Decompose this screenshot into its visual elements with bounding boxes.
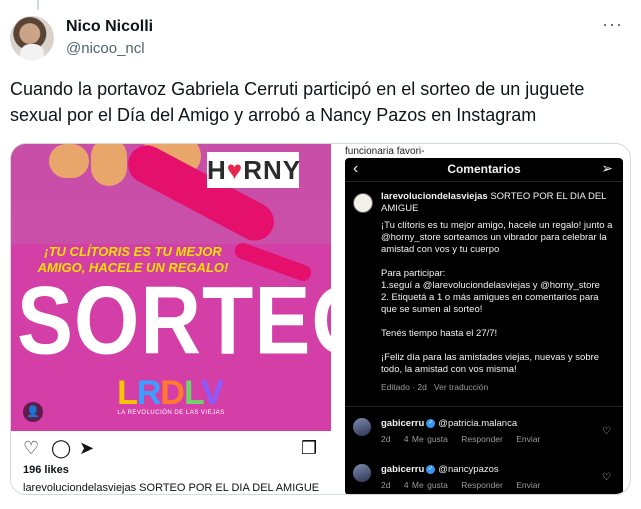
comment-likes[interactable]: 4 Me gusta: [404, 434, 448, 444]
display-name[interactable]: Nico Nicolli: [66, 18, 153, 36]
divider: [345, 406, 623, 407]
commenter-avatar[interactable]: [353, 464, 371, 482]
comment-heart-icon[interactable]: ♡: [602, 426, 611, 437]
commenter-name[interactable]: gabicerru: [381, 418, 424, 429]
comments-panel: ‹ Comentarios ➢ larevoluciondelasviejas …: [345, 158, 623, 494]
post-paragraph: Tenés tiempo hasta el 27/7!: [381, 328, 498, 339]
hand-shape: [91, 144, 127, 186]
bookmark-icon[interactable]: ❒: [301, 438, 317, 458]
reply-button[interactable]: Responder: [461, 434, 503, 444]
post-caption: larevoluciondelasviejas SORTEO POR EL DI…: [23, 482, 320, 494]
comment-age: 2d: [381, 480, 391, 490]
post-body: ¡Tu clítoris es tu mejor amigo, hacele u…: [381, 220, 613, 388]
comments-title: Comentarios: [447, 162, 521, 176]
send-button[interactable]: Enviar: [516, 480, 540, 490]
post-author-avatar[interactable]: [353, 193, 373, 213]
more-icon[interactable]: ···: [602, 14, 623, 35]
hand-shape: [49, 144, 89, 178]
logo-subtitle: LA REVOLUCIÓN DE LAS VIEJAS: [117, 410, 225, 416]
thread-line: [37, 0, 39, 10]
headline: SORTEO: [17, 265, 331, 374]
instagram-comments-screenshot: funcionaria favori- ‹ Comentarios ➢ lare…: [331, 144, 630, 494]
comment-item: gabicerru ✓ @nancypazos 2d 4 Me gusta Resp…: [345, 460, 623, 494]
verified-badge-icon: ✓: [426, 418, 436, 428]
comments-header: ‹ Comentarios ➢: [345, 158, 623, 182]
comment-text: gabicerru ✓ @patricia.malanca: [381, 418, 517, 429]
tweet-text: Cuando la portavoz Gabriela Cerruti part…: [10, 79, 585, 125]
tweet-media[interactable]: H♥RNY ¡TU CLÍTORIS ES TU MEJOR AMIGO, HA…: [10, 143, 631, 495]
likes-count[interactable]: 196 likes: [23, 464, 69, 476]
avatar[interactable]: [10, 16, 54, 60]
post-paragraph: ¡Feliz día para las amistades viejas, nu…: [381, 352, 600, 375]
post-paragraph: ¡Tu clítoris es tu mejor amigo, hacele u…: [381, 220, 613, 255]
verified-badge-icon: ✓: [426, 464, 436, 474]
post-header: larevoluciondelasviejas SORTEO POR EL DI…: [381, 191, 613, 215]
post-paragraph: Para participar: 1.seguí a @larevolucion…: [381, 268, 600, 315]
reply-button[interactable]: Responder: [461, 480, 503, 490]
share-icon[interactable]: ➤: [79, 438, 94, 458]
commenter-avatar[interactable]: [353, 418, 371, 436]
user-tag-icon[interactable]: 👤: [23, 402, 43, 422]
lrdlv-logo: LRDLV: [117, 374, 224, 412]
horny-logo: H♥RNY: [207, 152, 300, 188]
user-handle[interactable]: @nicoo_ncl: [66, 40, 145, 57]
comment-age: 2d: [381, 434, 391, 444]
comment-meta: 2d 4 Me gusta Responder Enviar: [381, 434, 550, 444]
heart-icon[interactable]: ♡: [23, 438, 39, 458]
post-meta[interactable]: Editado · 2d Ver traducción: [381, 382, 488, 392]
comment-mention[interactable]: @nancypazos: [438, 464, 498, 475]
comment-heart-icon[interactable]: ♡: [602, 472, 611, 483]
post-author[interactable]: larevoluciondelasviejas: [381, 191, 488, 202]
giveaway-image: H♥RNY ¡TU CLÍTORIS ES TU MEJOR AMIGO, HA…: [11, 144, 331, 431]
commenter-name[interactable]: gabicerru: [381, 464, 424, 475]
send-icon[interactable]: ➢: [601, 160, 613, 177]
clipped-caption: funcionaria favori-: [345, 146, 425, 157]
instagram-post-image: H♥RNY ¡TU CLÍTORIS ES TU MEJOR AMIGO, HA…: [11, 144, 331, 494]
send-button[interactable]: Enviar: [516, 434, 540, 444]
comment-likes[interactable]: 4 Me gusta: [404, 480, 448, 490]
post-actions: ♡ ◯ ➤ ❒: [23, 438, 323, 460]
comment-item: gabicerru ✓ @patricia.malanca 2d 4 Me gust…: [345, 414, 623, 454]
comment-mention[interactable]: @patricia.malanca: [438, 418, 517, 429]
comment-text: gabicerru ✓ @nancypazos: [381, 464, 499, 475]
comment-meta: 2d 4 Me gusta Responder Enviar: [381, 480, 550, 490]
comment-icon[interactable]: ◯: [51, 438, 71, 458]
